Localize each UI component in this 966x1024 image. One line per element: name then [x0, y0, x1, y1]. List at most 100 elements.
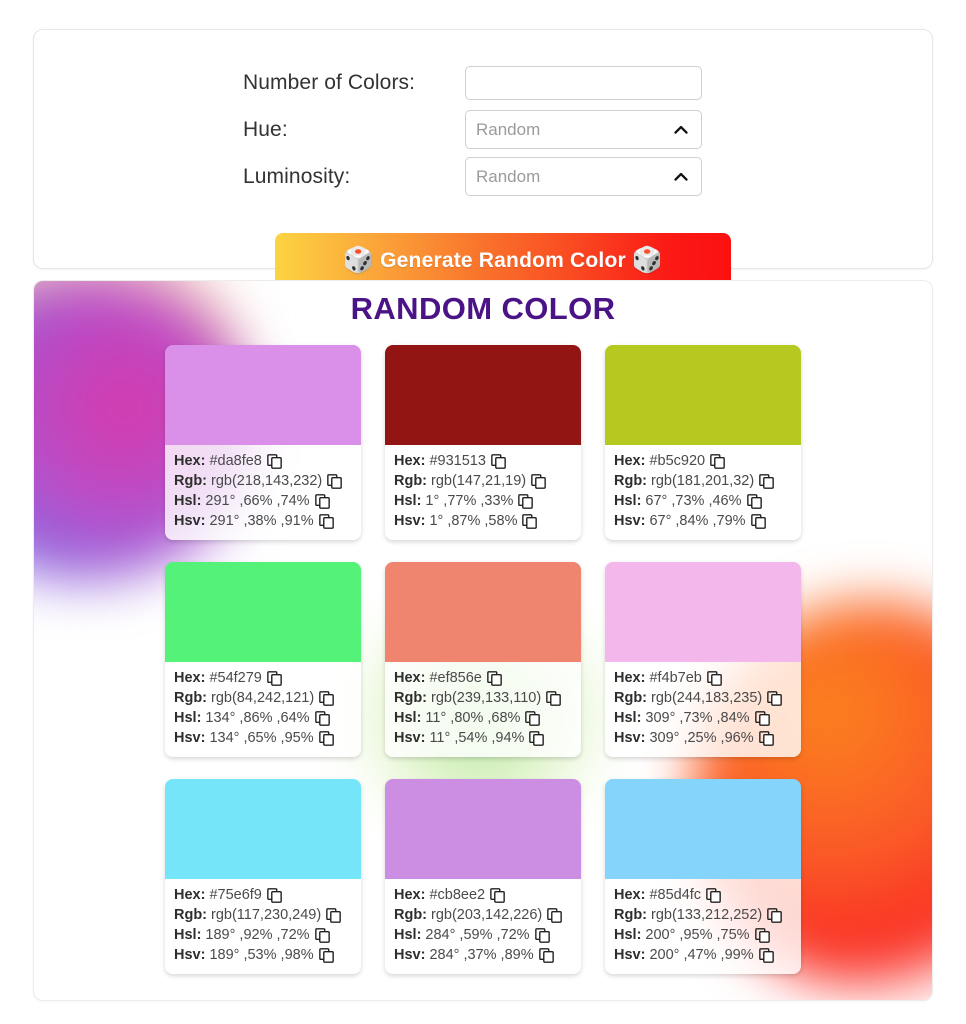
copy-icon[interactable]	[754, 927, 770, 943]
copy-icon[interactable]	[318, 513, 334, 529]
color-info-label-hex: Hex:	[174, 453, 206, 469]
color-info-row-hsv: Hsv: 309° ,25% ,96%	[614, 728, 792, 748]
color-info: Hex: #da8fe8 Rgb: rgb(218,143,232) Hsl: 291° …	[165, 445, 361, 540]
copy-icon[interactable]	[314, 927, 330, 943]
color-info-row-rgb: Rgb: rgb(117,230,249)	[174, 905, 352, 925]
color-info-value-hsl: 11° ,80% ,68%	[425, 710, 521, 726]
color-info-value-hsv: 189° ,53% ,98%	[209, 947, 314, 963]
copy-icon[interactable]	[529, 730, 545, 746]
copy-icon[interactable]	[266, 453, 282, 469]
color-card: Hex: #931513 Rgb: rgb(147,21,19) Hsl: 1° ,77%…	[385, 345, 581, 540]
copy-icon[interactable]	[318, 730, 334, 746]
copy-icon[interactable]	[538, 947, 554, 963]
color-card-grid: Hex: #da8fe8 Rgb: rgb(218,143,232) Hsl: 291° …	[34, 345, 932, 974]
color-info-value-rgb: rgb(133,212,252)	[651, 907, 763, 923]
copy-icon[interactable]	[710, 453, 725, 469]
copy-icon[interactable]	[314, 493, 330, 509]
form-fields: Number of Colors: Hue: Random Luminosity: Ra…	[243, 59, 705, 200]
copy-icon[interactable]	[518, 493, 534, 509]
form-label: Luminosity:	[243, 164, 351, 188]
copy-icon[interactable]	[266, 887, 282, 903]
color-info: Hex: #54f279 Rgb: rgb(84,242,121) Hsl: 134° ,…	[165, 662, 361, 757]
copy-icon[interactable]	[746, 493, 762, 509]
dice-icon-left: 🎲	[342, 246, 375, 274]
copy-icon[interactable]	[522, 513, 538, 529]
copy-icon[interactable]	[525, 710, 541, 726]
copy-icon[interactable]	[486, 670, 502, 686]
color-info-row-rgb: Rgb: rgb(218,143,232)	[174, 471, 352, 491]
color-info-value-rgb: rgb(147,21,19)	[431, 473, 527, 489]
hue-select[interactable]: Random	[465, 110, 702, 149]
copy-icon[interactable]	[767, 907, 783, 923]
color-info-value-hex: #54f279	[209, 670, 262, 686]
copy-icon[interactable]	[314, 710, 330, 726]
color-info-value-hex: #da8fe8	[209, 453, 262, 469]
chevron-up-icon[interactable]	[672, 121, 690, 139]
color-info-label-rgb: Rgb:	[174, 473, 208, 489]
color-info-value-hsl: 67° ,73% ,46%	[645, 493, 742, 509]
color-info-value-hsv: 309° ,25% ,96%	[649, 730, 754, 746]
color-info-value-hex: #931513	[429, 453, 486, 469]
color-info-label-hex: Hex:	[614, 453, 646, 469]
color-info-value-hex: #b5c920	[649, 453, 706, 469]
color-info-row-rgb: Rgb: rgb(239,133,110)	[394, 688, 572, 708]
copy-icon[interactable]	[490, 887, 505, 903]
copy-icon[interactable]	[750, 513, 766, 529]
copy-icon[interactable]	[758, 947, 774, 963]
color-info-row-hsl: Hsl: 200° ,95% ,75%	[614, 925, 792, 945]
color-info-row-hex: Hex: #b5c920	[614, 451, 792, 471]
color-info-value-hsl: 284° ,59% ,72%	[425, 927, 530, 943]
color-info-value-hsl: 1° ,77% ,33%	[425, 493, 514, 509]
copy-icon[interactable]	[767, 690, 783, 706]
number-of-colors-input[interactable]	[465, 65, 702, 100]
luminosity-select[interactable]: Random	[465, 157, 702, 196]
color-info-row-rgb: Rgb: rgb(133,212,252)	[614, 905, 792, 925]
color-info-row-rgb: Rgb: rgb(244,183,235)	[614, 688, 792, 708]
color-info-label-hex: Hex:	[614, 670, 646, 686]
color-info-row-hsl: Hsl: 1° ,77% ,33%	[394, 491, 572, 511]
copy-icon[interactable]	[327, 473, 343, 489]
copy-icon[interactable]	[706, 670, 722, 686]
copy-icon[interactable]	[759, 473, 775, 489]
color-info-row-rgb: Rgb: rgb(84,242,121)	[174, 688, 352, 708]
copy-icon[interactable]	[319, 690, 335, 706]
color-info-value-hex: #85d4fc	[649, 887, 702, 903]
copy-icon[interactable]	[706, 887, 721, 903]
copy-icon[interactable]	[531, 473, 546, 489]
chevron-up-icon[interactable]	[672, 168, 690, 186]
color-card: Hex: #cb8ee2 Rgb: rgb(203,142,226) Hsl: 284° …	[385, 779, 581, 974]
color-card: Hex: #da8fe8 Rgb: rgb(218,143,232) Hsl: 291° …	[165, 345, 361, 540]
color-info-label-hex: Hex:	[174, 670, 206, 686]
color-info-row-hsv: Hsv: 291° ,38% ,91%	[174, 511, 352, 531]
copy-icon[interactable]	[326, 907, 342, 923]
copy-icon[interactable]	[534, 927, 550, 943]
color-info-value-rgb: rgb(84,242,121)	[211, 690, 315, 706]
color-info-value-hex: #75e6f9	[209, 887, 262, 903]
color-info-value-rgb: rgb(239,133,110)	[431, 690, 542, 706]
color-info-value-hsv: 11° ,54% ,94%	[429, 730, 525, 746]
copy-icon[interactable]	[491, 453, 506, 469]
color-info-row-hsl: Hsl: 291° ,66% ,74%	[174, 491, 352, 511]
color-info-value-hsl: 189° ,92% ,72%	[205, 927, 310, 943]
form-row: Number of Colors:	[243, 59, 705, 106]
copy-icon[interactable]	[754, 710, 770, 726]
color-info-label-hex: Hex:	[174, 887, 206, 903]
color-info: Hex: #cb8ee2 Rgb: rgb(203,142,226) Hsl: 284° …	[385, 879, 581, 974]
color-info-label-hsv: Hsv:	[614, 730, 646, 746]
color-info-row-hsv: Hsv: 11° ,54% ,94%	[394, 728, 572, 748]
copy-icon[interactable]	[547, 907, 563, 923]
field-wrapper	[465, 65, 702, 100]
color-info-row-hsv: Hsv: 67° ,84% ,79%	[614, 511, 792, 531]
color-info-row-hsv: Hsv: 189° ,53% ,98%	[174, 945, 352, 965]
copy-icon[interactable]	[266, 670, 282, 686]
color-info-row-hsl: Hsl: 284° ,59% ,72%	[394, 925, 572, 945]
color-info-label-hex: Hex:	[614, 887, 646, 903]
color-info-label-rgb: Rgb:	[394, 690, 428, 706]
color-info-label-hsl: Hsl:	[614, 927, 642, 943]
copy-icon[interactable]	[546, 690, 562, 706]
color-info-row-rgb: Rgb: rgb(147,21,19)	[394, 471, 572, 491]
color-info-label-hsl: Hsl:	[394, 710, 422, 726]
copy-icon[interactable]	[758, 730, 774, 746]
copy-icon[interactable]	[318, 947, 334, 963]
color-info-value-hsv: 1° ,87% ,58%	[429, 513, 518, 529]
